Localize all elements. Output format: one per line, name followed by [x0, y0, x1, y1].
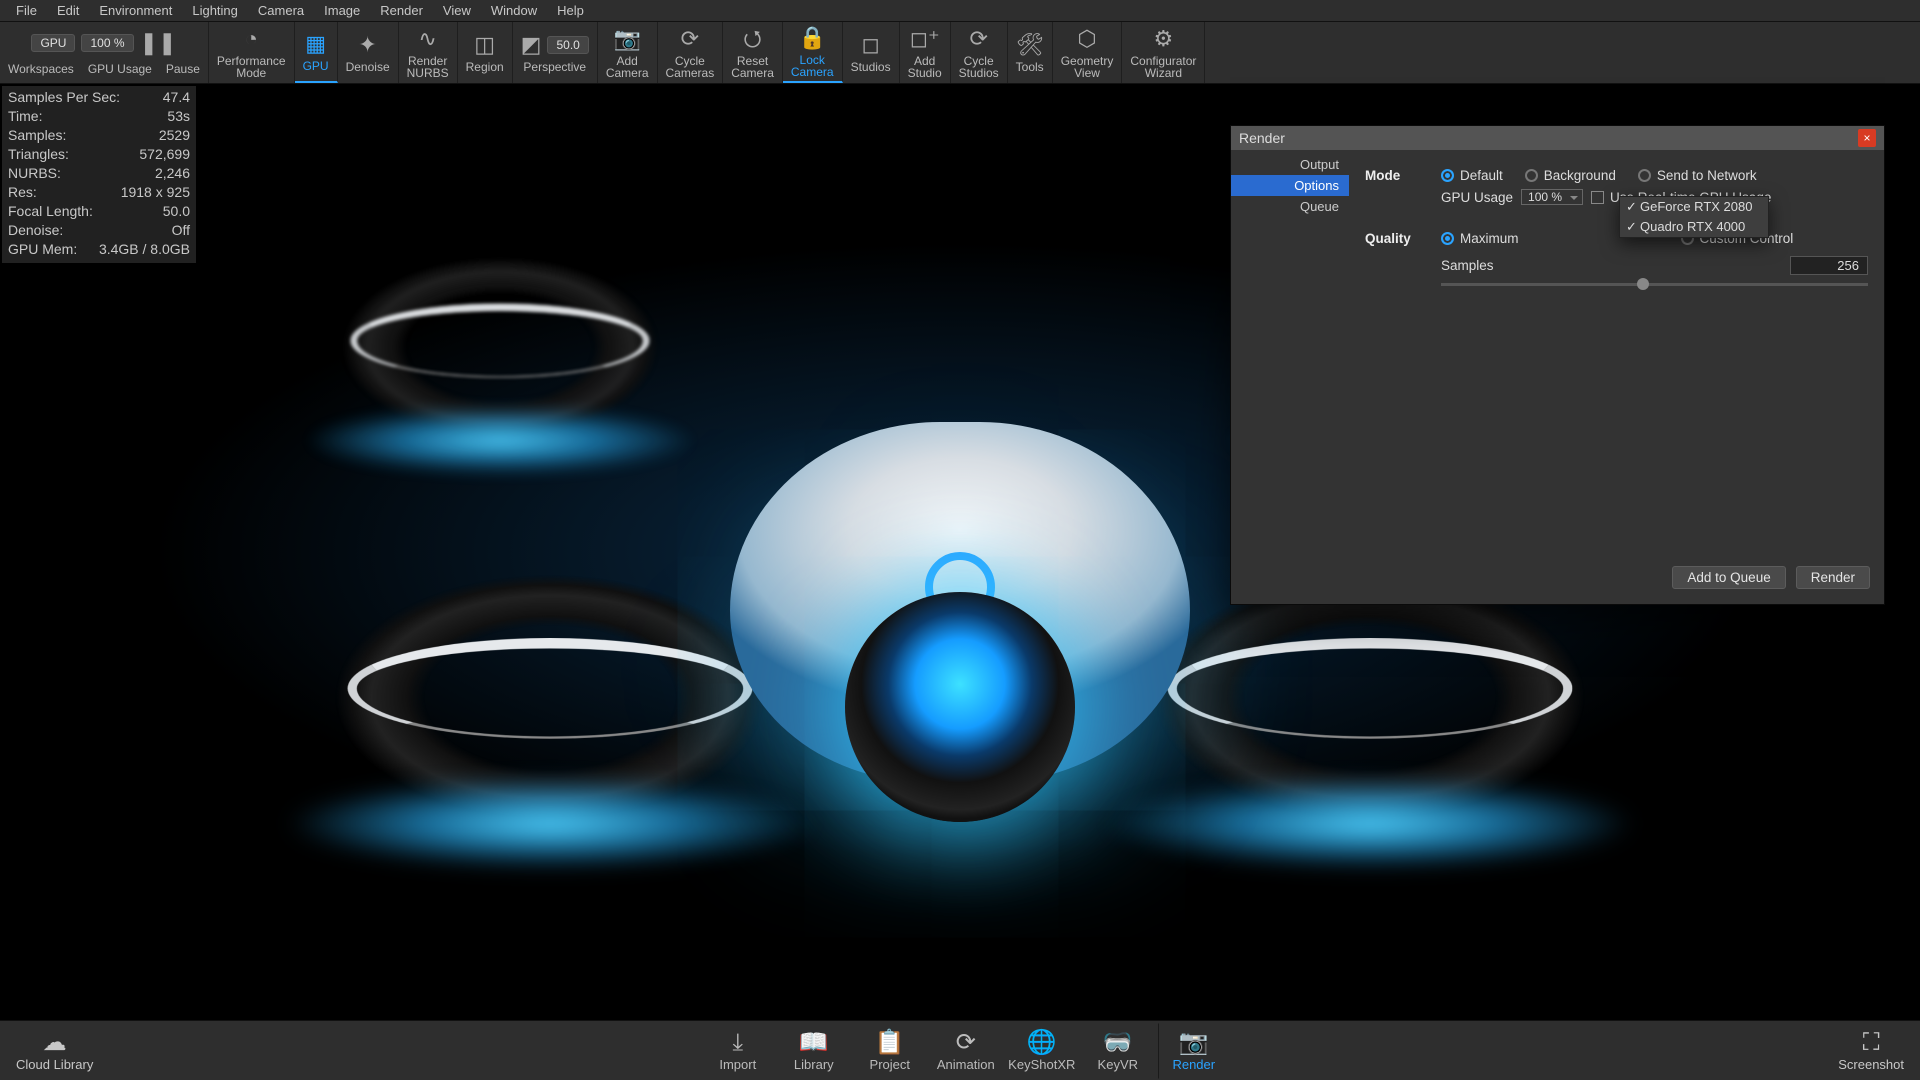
library-button[interactable]: 📖Library — [778, 1023, 850, 1079]
configurator-wizard-button[interactable]: ⚙ Configurator Wizard — [1122, 22, 1205, 83]
add-studio-button[interactable]: ◻⁺ Add Studio — [900, 22, 951, 83]
chip-icon: ▦ — [305, 31, 326, 57]
cycle-studios-button[interactable]: ⟳ Cycle Studios — [951, 22, 1008, 83]
gpu-toggle-button[interactable]: ▦ GPU — [295, 22, 338, 83]
dialog-title: Render — [1239, 130, 1285, 146]
focal-length-value[interactable]: 50.0 — [547, 36, 588, 54]
pause-icon[interactable]: ❚❚ — [140, 30, 177, 56]
render-icon: 📷 — [1179, 1029, 1209, 1057]
gpu-usage-select[interactable]: 100 % — [1521, 189, 1583, 205]
geometry-view-button[interactable]: ⬡ Geometry View — [1053, 22, 1123, 83]
cycle-cameras-button[interactable]: ⟳ Cycle Cameras — [658, 22, 724, 83]
samples-slider[interactable] — [1441, 283, 1868, 286]
tools-button[interactable]: 🛠 Tools — [1008, 22, 1053, 83]
render-dialog: Render × Output Options Queue Mode Defau… — [1230, 125, 1885, 605]
crop-icon: ◫ — [474, 32, 495, 58]
studio-icon: ◻ — [861, 32, 879, 58]
wrench-icon: 🛠 — [1016, 32, 1044, 58]
menu-help[interactable]: Help — [547, 1, 594, 20]
keyshotxr-button[interactable]: 🌐KeyShotXR — [1006, 1023, 1078, 1079]
lock-camera-button[interactable]: 🔒 Lock Camera — [783, 22, 843, 83]
cloud-library-button[interactable]: ☁ Cloud Library — [0, 1029, 109, 1072]
perspective-button[interactable]: ◩50.0 Perspective — [513, 22, 598, 83]
menu-image[interactable]: Image — [314, 1, 370, 20]
add-to-queue-button[interactable]: Add to Queue — [1672, 566, 1785, 589]
wizard-icon: ⚙ — [1154, 26, 1174, 52]
menu-camera[interactable]: Camera — [248, 1, 314, 20]
top-toolbar: GPU 100 % ❚❚ Workspaces GPU Usage Pause … — [0, 22, 1920, 84]
menu-edit[interactable]: Edit — [47, 1, 89, 20]
render-nurbs-button[interactable]: ∿ Render NURBS — [399, 22, 458, 83]
sparkle-icon: ✦ — [358, 32, 376, 58]
samples-input[interactable]: 256 — [1790, 256, 1868, 275]
cycle-icon: ⟳ — [681, 26, 699, 52]
mode-default-radio[interactable]: Default — [1441, 168, 1503, 183]
tab-output[interactable]: Output — [1231, 154, 1349, 175]
dialog-titlebar[interactable]: Render × — [1231, 126, 1884, 150]
camera-plus-icon: 📷 — [613, 26, 640, 52]
pause-label: Pause — [166, 63, 200, 75]
gpu-option-0[interactable]: ✓GeForce RTX 2080 — [1620, 197, 1768, 217]
screenshot-button[interactable]: ⛶ Screenshot — [1822, 1029, 1920, 1072]
cycle-studio-icon: ⟳ — [969, 26, 987, 52]
animation-button[interactable]: ⟳Animation — [930, 1023, 1002, 1079]
gpu-mode-button[interactable]: GPU — [31, 34, 75, 52]
studio-plus-icon: ◻⁺ — [910, 26, 940, 52]
render-bottom-button[interactable]: 📷Render — [1158, 1023, 1230, 1079]
cloud-icon: ☁ — [43, 1029, 67, 1057]
gpu-usage-value-button[interactable]: 100 % — [81, 34, 133, 52]
dialog-tabs: Output Options Queue — [1231, 150, 1349, 556]
tab-queue[interactable]: Queue — [1231, 196, 1349, 217]
gauge-icon: ◔ — [245, 26, 258, 52]
menu-file[interactable]: File — [6, 1, 47, 20]
gpu-usage-sub-label: GPU Usage — [1441, 190, 1513, 205]
mode-send-network-radio[interactable]: Send to Network — [1638, 168, 1757, 183]
keyvr-button[interactable]: 🥽KeyVR — [1082, 1023, 1154, 1079]
denoise-button[interactable]: ✦ Denoise — [338, 22, 399, 83]
mode-label: Mode — [1365, 168, 1441, 183]
region-button[interactable]: ◫ Region — [458, 22, 513, 83]
workspaces-label: Workspaces — [8, 63, 74, 75]
focus-icon: ⛶ — [1863, 1029, 1880, 1057]
add-camera-button[interactable]: 📷 Add Camera — [598, 22, 658, 83]
vr-icon: 🌐 — [1027, 1029, 1057, 1057]
import-button[interactable]: ⤓Import — [702, 1023, 774, 1079]
menu-lighting[interactable]: Lighting — [182, 1, 248, 20]
reset-camera-button[interactable]: ⭯ Reset Camera — [723, 22, 783, 83]
mode-background-radio[interactable]: Background — [1525, 168, 1616, 183]
play-cycle-icon: ⟳ — [956, 1029, 976, 1057]
headset-icon: 🥽 — [1103, 1029, 1133, 1057]
use-realtime-checkbox[interactable] — [1591, 191, 1604, 204]
bottom-toolbar: ☁ Cloud Library ⤓Import 📖Library 📋Projec… — [0, 1020, 1920, 1080]
tab-options[interactable]: Options — [1231, 175, 1349, 196]
gpu-device-dropdown: ✓GeForce RTX 2080 ✓Quadro RTX 4000 — [1619, 196, 1769, 238]
dialog-options-panel: Mode Default Background Send to Network … — [1349, 150, 1884, 556]
close-icon[interactable]: × — [1858, 129, 1876, 147]
menubar: File Edit Environment Lighting Camera Im… — [0, 0, 1920, 22]
quality-label: Quality — [1365, 231, 1441, 246]
render-button[interactable]: Render — [1796, 566, 1870, 589]
cube-icon: ⬡ — [1077, 26, 1096, 52]
samples-label: Samples — [1441, 258, 1501, 273]
menu-window[interactable]: Window — [481, 1, 547, 20]
performance-mode-button[interactable]: ◔ Performance Mode — [209, 22, 295, 83]
gpu-usage-label: GPU Usage — [88, 63, 152, 75]
studios-button[interactable]: ◻ Studios — [843, 22, 900, 83]
project-button[interactable]: 📋Project — [854, 1023, 926, 1079]
perspective-icon: ◩ — [521, 32, 542, 58]
drone-logo-icon — [925, 552, 995, 622]
workspaces-cell[interactable]: GPU 100 % ❚❚ Workspaces GPU Usage Pause — [0, 22, 209, 83]
menu-view[interactable]: View — [433, 1, 481, 20]
curve-icon: ∿ — [418, 26, 436, 52]
menu-environment[interactable]: Environment — [89, 1, 182, 20]
gpu-option-1[interactable]: ✓Quadro RTX 4000 — [1620, 217, 1768, 237]
clipboard-icon: 📋 — [875, 1029, 905, 1057]
render-stats-hud: Samples Per Sec:47.4 Time:53s Samples:25… — [2, 86, 196, 263]
book-icon: 📖 — [799, 1029, 829, 1057]
lock-icon: 🔒 — [799, 25, 826, 51]
reset-icon: ⭯ — [743, 26, 762, 52]
quality-maximum-radio[interactable]: Maximum — [1441, 231, 1519, 246]
menu-render[interactable]: Render — [370, 1, 433, 20]
import-icon: ⤓ — [732, 1029, 743, 1057]
